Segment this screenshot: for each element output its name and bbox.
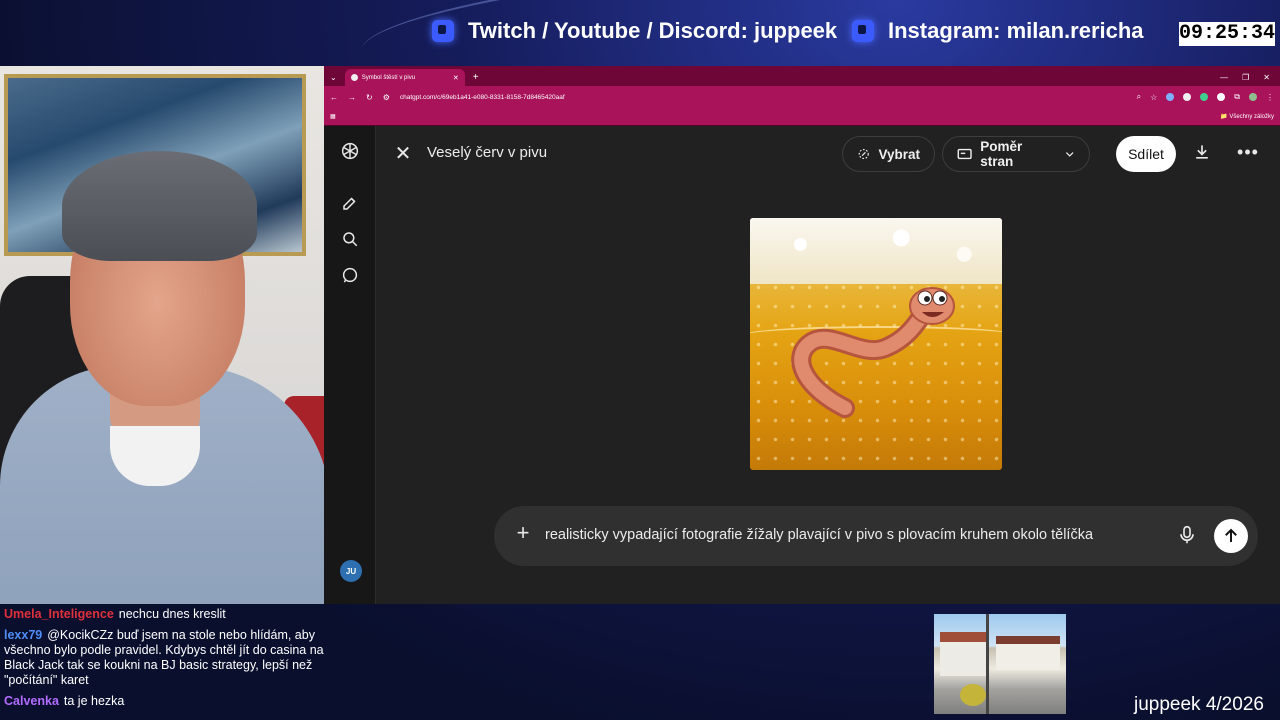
image-viewer-header: ✕ Veselý červ v pivu Vybrat Poměr stran … — [376, 126, 1280, 182]
prompt-input[interactable]: realisticky vypadající fotografie žížaly… — [545, 527, 1093, 543]
minimize-icon[interactable]: — — [1220, 69, 1228, 86]
channel-date: juppeek 4/2026 — [1134, 694, 1264, 715]
site-info-icon[interactable]: ⚙ — [383, 93, 390, 102]
chat-text: nechcu dnes kreslit — [118, 607, 226, 621]
chat-text: @KocikCZz buď jsem na stole nebo hlídám,… — [4, 628, 324, 687]
street-house-2 — [996, 636, 1060, 670]
window-controls: — ❐ ✕ — [1220, 69, 1280, 86]
select-button[interactable]: Vybrat — [842, 136, 935, 172]
extension-icon-2[interactable] — [1183, 93, 1192, 101]
chat-panel: Umela_Inteligence nechcu dnes kreslit lexx… — [4, 607, 334, 715]
new-chat-icon[interactable] — [339, 192, 361, 214]
instagram-icon — [852, 20, 874, 42]
search-icon[interactable] — [339, 228, 361, 250]
all-bookmarks-label: Všechny záložky — [1229, 114, 1274, 120]
add-attachment-icon[interactable]: + — [512, 522, 534, 544]
chat-message: Umela_Inteligence nechcu dnes kreslit — [4, 607, 334, 622]
chat-username: lexx79 — [4, 628, 43, 642]
chat-text: ta je hezka — [63, 694, 125, 708]
chat-message: Calvenka ta je hezka — [4, 694, 334, 709]
sidebar-rail: JU — [324, 126, 376, 604]
chat-bubble-icon[interactable] — [339, 264, 361, 286]
twitch-icon — [432, 20, 454, 42]
generated-image[interactable] — [750, 218, 1002, 470]
instagram-link: Instagram: milan.rericha — [852, 18, 1144, 44]
share-button[interactable]: Sdílet — [1116, 136, 1176, 172]
send-button[interactable] — [1214, 519, 1248, 553]
image-title: Veselý červ v pivu — [427, 144, 548, 161]
chevron-down-icon — [1065, 152, 1074, 157]
user-avatar[interactable]: JU — [340, 560, 362, 582]
download-icon[interactable] — [1192, 142, 1216, 166]
toolbar-icons: ⌕ ☆ ⧉ ⋮ — [1137, 92, 1274, 102]
extensions-puzzle-icon[interactable]: ⧉ — [1234, 92, 1240, 102]
aspect-ratio-icon — [957, 148, 972, 160]
tab-favicon-icon — [350, 74, 358, 81]
extension-icon-4[interactable] — [1217, 93, 1226, 101]
chat-message: lexx79 @KocikCZz buď jsem na stole nebo h… — [4, 628, 334, 688]
street-camera-feed — [934, 614, 1066, 714]
street-house — [940, 632, 988, 676]
aspect-ratio-button[interactable]: Poměr stran — [942, 136, 1090, 172]
openai-logo-icon[interactable] — [339, 140, 361, 162]
microphone-icon[interactable] — [1178, 524, 1200, 548]
maximize-icon[interactable]: ❐ — [1242, 69, 1249, 86]
webcam-feed — [0, 66, 324, 604]
clock: 09:25:34 — [1179, 22, 1276, 46]
stream-overlay: Twitch / Youtube / Discord: juppeek Inst… — [0, 0, 1280, 720]
prompt-composer: + realisticky vypadající fotografie žíža… — [494, 506, 1258, 566]
new-tab-button[interactable]: + — [473, 69, 479, 86]
street-bush — [960, 684, 986, 706]
apps-grid-icon[interactable]: ▦ — [330, 113, 336, 120]
bookmark-star-icon[interactable]: ☆ — [1150, 93, 1157, 102]
browser-tab[interactable]: Symbol štěstí v pivu ✕ — [344, 69, 465, 86]
aspect-ratio-label: Poměr stran — [980, 139, 1023, 169]
url-field[interactable]: chatgpt.com/c/69eb1a41-e080-8331-8158-7d… — [400, 94, 565, 101]
bookmarks-bar: ▦ 📁 Všechny záložky — [324, 108, 1280, 126]
chat-username: Calvenka — [4, 694, 59, 708]
street-pole — [986, 614, 989, 714]
extension-icon[interactable] — [1166, 93, 1175, 101]
forward-icon[interactable]: → — [348, 93, 356, 102]
chat-username: Umela_Inteligence — [4, 607, 114, 621]
social-primary-text: Twitch / Youtube / Discord: juppeek — [468, 18, 838, 43]
social-instagram-text: Instagram: milan.rericha — [888, 18, 1144, 43]
address-bar: ← → ↻ ⚙ chatgpt.com/c/69eb1a41-e080-8331… — [324, 86, 1280, 108]
tab-bar: ⌄ Symbol štěstí v pivu ✕ + — ❐ ✕ — [324, 66, 1280, 86]
arrow-up-icon — [1225, 528, 1237, 542]
top-banner: Twitch / Youtube / Discord: juppeek Inst… — [0, 0, 1280, 112]
tab-close-icon[interactable]: ✕ — [453, 74, 459, 82]
worm-illustration — [791, 287, 955, 418]
browser-menu-icon[interactable]: ⋮ — [1266, 93, 1274, 102]
browser-window: ⌄ Symbol štěstí v pivu ✕ + — ❐ ✕ ← → ↻ ⚙… — [324, 66, 1280, 604]
chatgpt-app: JU ✕ Veselý červ v pivu Vybrat Poměr str… — [324, 126, 1280, 604]
all-bookmarks-link[interactable]: 📁 Všechny záložky — [1220, 113, 1274, 120]
bottom-bar: Umela_Inteligence nechcu dnes kreslit lexx… — [0, 604, 1280, 720]
back-icon[interactable]: ← — [330, 93, 338, 102]
select-label: Vybrat — [878, 146, 920, 162]
tab-search-icon[interactable]: ⌄ — [330, 69, 337, 86]
select-brush-icon — [858, 148, 869, 160]
tab-title: Symbol štěstí v pivu — [361, 74, 416, 81]
zoom-icon[interactable]: ⌕ — [1137, 92, 1141, 102]
extension-icon-3[interactable] — [1200, 93, 1209, 101]
window-close-icon[interactable]: ✕ — [1263, 69, 1270, 86]
webcam-person-hair — [62, 151, 257, 261]
social-links: Twitch / Youtube / Discord: juppeek — [432, 18, 837, 44]
more-options-icon[interactable]: ••• — [1236, 142, 1260, 166]
profile-avatar[interactable] — [1249, 93, 1257, 101]
reload-icon[interactable]: ↻ — [366, 93, 373, 102]
close-viewer-button[interactable]: ✕ — [392, 143, 414, 165]
